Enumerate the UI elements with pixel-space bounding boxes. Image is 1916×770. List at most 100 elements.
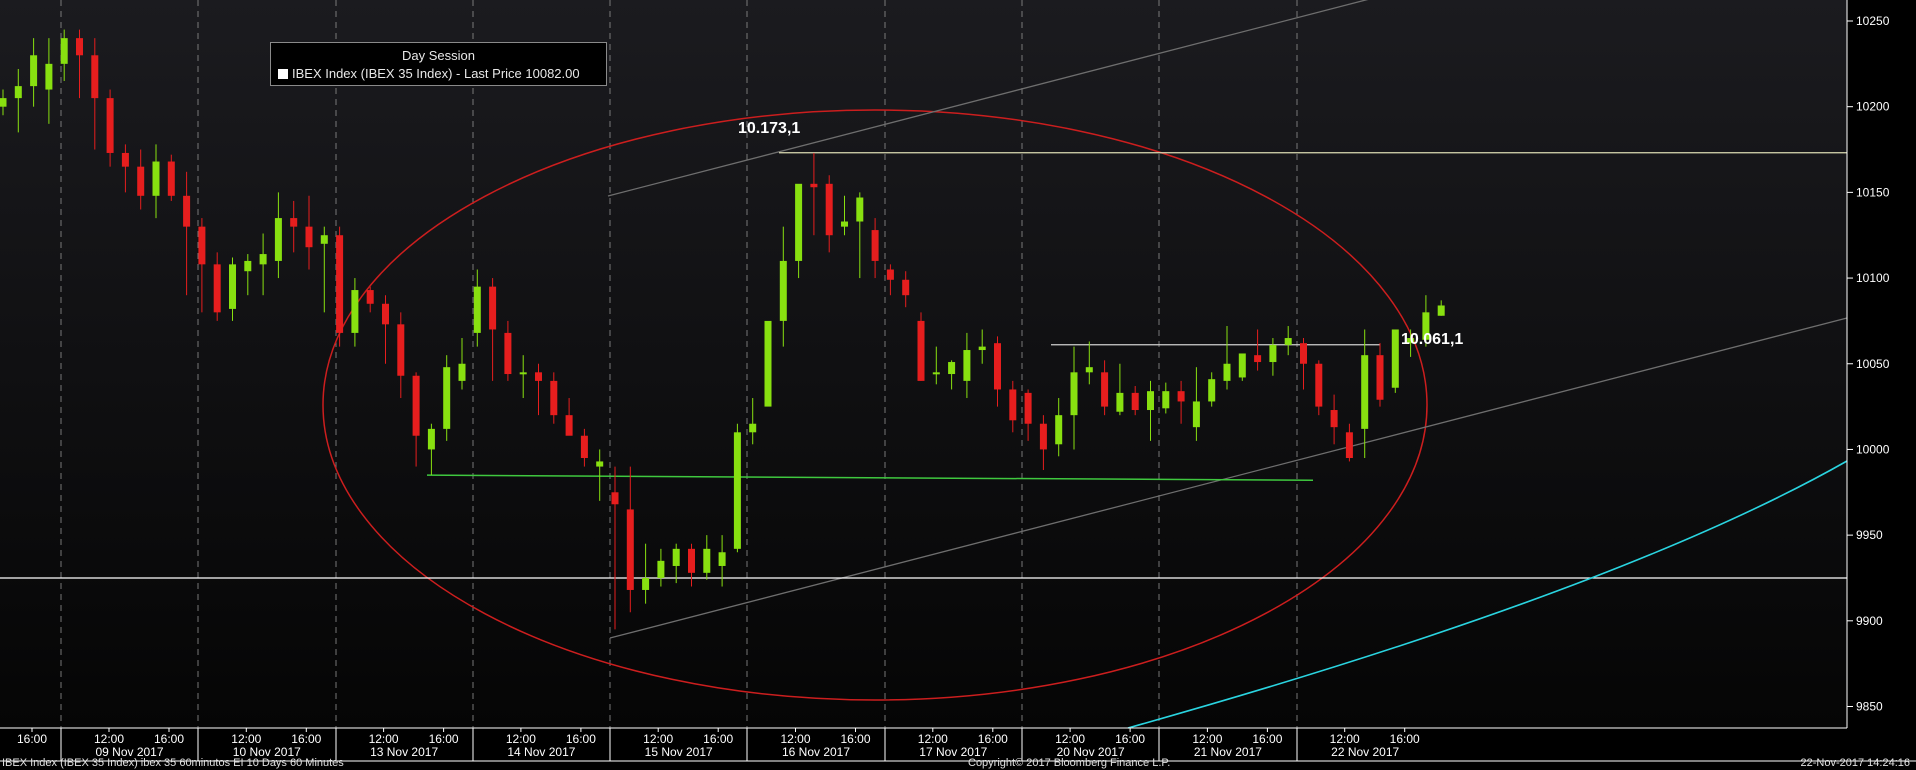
candle-body: [657, 560, 665, 578]
candle-body: [994, 343, 1001, 390]
y-tick-label: 9850: [1856, 700, 1883, 714]
y-tick-label: 10250: [1856, 14, 1890, 28]
candle-body: [0, 98, 7, 107]
price-chart: 9850 9900 9950 10000 10050 10100 10150 10200 102…: [0, 0, 1916, 762]
x-time-label: 12:00: [918, 732, 948, 746]
candle-body: [336, 235, 344, 333]
candle-body: [535, 372, 542, 381]
candle-body: [259, 254, 267, 265]
candle-body: [305, 226, 313, 248]
candle-body: [351, 290, 359, 333]
candle-body: [274, 218, 282, 261]
candle-body: [1039, 423, 1047, 450]
x-time-label: 16:00: [1252, 732, 1282, 746]
footer-timestamp: 22-Nov-2017 14:24:16: [1800, 757, 1910, 769]
candle-body: [121, 152, 129, 167]
candle-body: [1315, 363, 1323, 407]
candle-body: [137, 166, 145, 196]
candle-body: [30, 55, 38, 87]
candle-body: [1391, 329, 1399, 388]
candle-body: [1177, 391, 1185, 402]
x-time-label: 16:00: [840, 732, 870, 746]
y-tick-label: 10000: [1856, 442, 1890, 456]
x-time-label: 12:00: [1055, 732, 1085, 746]
candle: [1238, 353, 1246, 381]
candle-body: [749, 423, 757, 433]
candle-body: [825, 183, 833, 236]
candle-body: [320, 235, 328, 244]
y-tick-label: 9950: [1856, 528, 1883, 542]
candle-body: [1024, 392, 1032, 424]
candle-body: [1376, 355, 1384, 400]
candle: [733, 423, 741, 553]
y-tick-label: 9900: [1856, 614, 1883, 628]
y-axis: 9850 9900 9950 10000 10050 10100 10150 10200 102…: [1846, 0, 1890, 728]
candle: [336, 226, 344, 347]
x-time-label: 16:00: [566, 732, 596, 746]
candle-body: [1101, 372, 1109, 407]
candle-body: [718, 552, 726, 566]
candle-body: [427, 428, 435, 450]
candle-body: [764, 320, 772, 407]
candle-body: [810, 183, 818, 188]
candle-body: [504, 332, 512, 375]
candle-body: [611, 492, 619, 505]
x-time-label: 12:00: [1330, 732, 1360, 746]
candle-body: [1116, 392, 1124, 412]
candle-body: [1208, 379, 1216, 402]
candle-body: [1162, 391, 1170, 409]
candle-body: [902, 279, 910, 296]
candle-body: [443, 367, 451, 429]
candle-body: [1284, 338, 1292, 345]
x-time-label: 16:00: [291, 732, 321, 746]
candle-body: [626, 509, 634, 590]
candle-body: [198, 226, 206, 265]
candle-body: [963, 350, 971, 381]
x-date-label: 21 Nov 2017: [1194, 745, 1262, 759]
candle-body: [1085, 367, 1093, 373]
candle-body: [60, 38, 68, 64]
x-time-label: 12:00: [94, 732, 124, 746]
candle-body: [1070, 372, 1078, 416]
candle-body: [1345, 432, 1353, 459]
candle-body: [948, 362, 956, 375]
candle-body: [1055, 415, 1063, 445]
candle-body: [519, 372, 527, 375]
x-time-label: 16:00: [154, 732, 184, 746]
candle-body: [856, 197, 864, 222]
candle-body: [779, 260, 787, 321]
candle-body: [550, 380, 558, 416]
x-time-label: 16:00: [1115, 732, 1145, 746]
candle: [1391, 329, 1399, 393]
candle-body: [642, 577, 650, 590]
x-time-label: 12:00: [506, 732, 536, 746]
legend-entry-label: IBEX Index (IBEX 35 Index) - Last Price …: [292, 66, 580, 81]
candle: [167, 154, 175, 201]
legend-entry: IBEX Index (IBEX 35 Index) - Last Price …: [278, 66, 580, 81]
candle-body: [932, 372, 940, 375]
x-time-label: 16:00: [978, 732, 1008, 746]
x-date-label: 16 Nov 2017: [782, 745, 850, 759]
candle-body: [45, 63, 53, 90]
candle-body: [183, 195, 191, 227]
candle-body: [244, 260, 252, 272]
x-time-label: 16:00: [703, 732, 733, 746]
x-date-label: 13 Nov 2017: [370, 745, 438, 759]
candle-body: [565, 415, 573, 436]
x-time-label: 12:00: [1192, 732, 1222, 746]
candle-body: [213, 264, 221, 313]
candle-body: [152, 161, 160, 196]
y-tick-label: 10100: [1856, 271, 1890, 285]
candle-body: [76, 38, 83, 56]
candle: [764, 320, 772, 407]
candle-body: [1147, 391, 1154, 411]
candle-body: [688, 548, 695, 573]
candle-body: [1300, 343, 1307, 364]
legend-box: Day Session IBEX Index (IBEX 35 Index) -…: [270, 42, 607, 86]
candle-body: [412, 375, 420, 436]
candle-body: [672, 548, 680, 566]
candle-body: [1131, 392, 1139, 411]
candle-body: [733, 432, 741, 549]
x-time-label: 16:00: [429, 732, 459, 746]
candle-body: [917, 320, 925, 381]
